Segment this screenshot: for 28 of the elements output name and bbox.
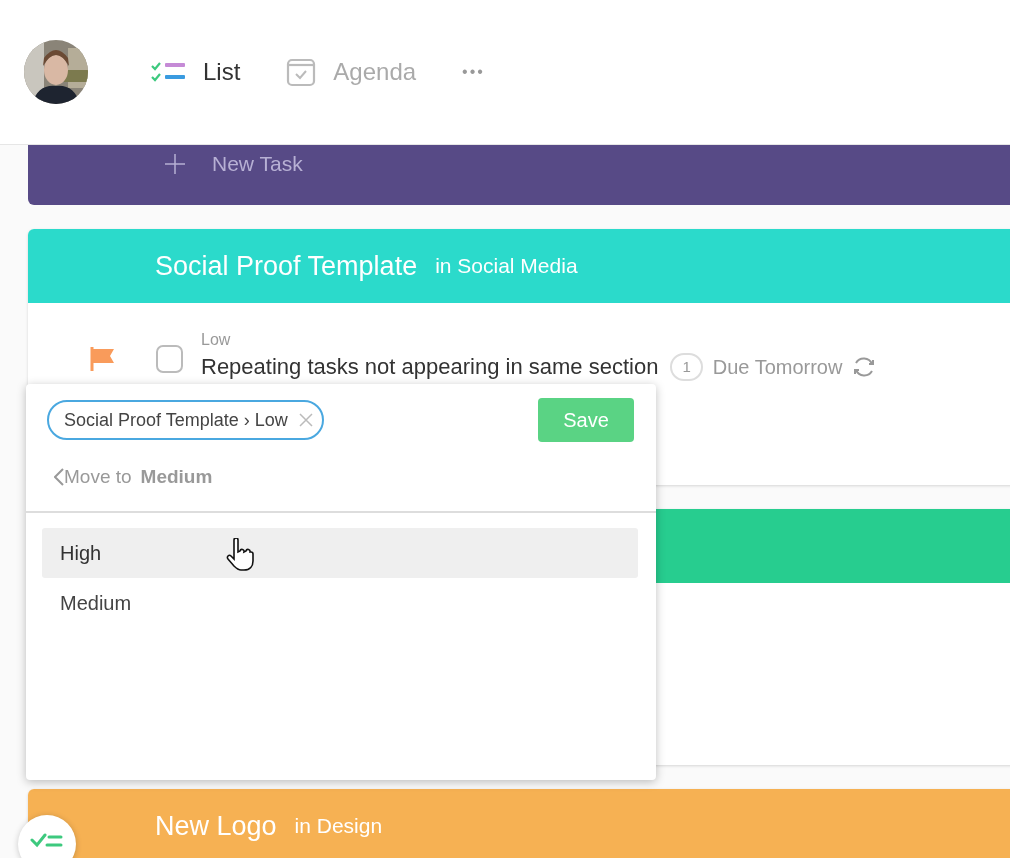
more-button[interactable]: •••: [462, 60, 485, 84]
task-title[interactable]: Repeating tasks not appearing in same section: [201, 354, 659, 380]
target-label: Medium: [140, 465, 213, 489]
plus-icon: [164, 152, 186, 175]
project-context: in Design: [294, 813, 383, 840]
chevron-left-icon: [54, 468, 64, 487]
location-tag[interactable]: Social Proof Template › Low: [47, 400, 324, 440]
checklist-icon: [150, 61, 186, 83]
due-date: Due Tomorrow: [712, 355, 843, 380]
view-tab[interactable]: List: [150, 54, 241, 90]
priority-label: Low: [201, 330, 232, 350]
save-button[interactable]: Save: [538, 398, 634, 442]
flag-icon: [90, 347, 116, 371]
calendar-icon: [286, 57, 317, 87]
move-option[interactable]: High: [42, 527, 638, 578]
project-title[interactable]: New Logo: [155, 805, 277, 847]
back-button[interactable]: Move to: [54, 463, 132, 492]
project-title[interactable]: Social Proof Template: [155, 245, 418, 287]
close-icon[interactable]: [297, 412, 314, 428]
checklist-fab[interactable]: [18, 815, 76, 858]
view-tab[interactable]: Agenda: [286, 54, 417, 90]
hand-cursor-icon: [226, 538, 254, 572]
task-checkbox[interactable]: [156, 345, 183, 373]
comment-count[interactable]: 1: [670, 352, 703, 382]
new-task-button[interactable]: New Task: [158, 147, 309, 181]
checklist-icon: [30, 833, 64, 849]
project-context: in Social Media: [435, 253, 578, 280]
move-option[interactable]: Medium: [42, 577, 638, 628]
